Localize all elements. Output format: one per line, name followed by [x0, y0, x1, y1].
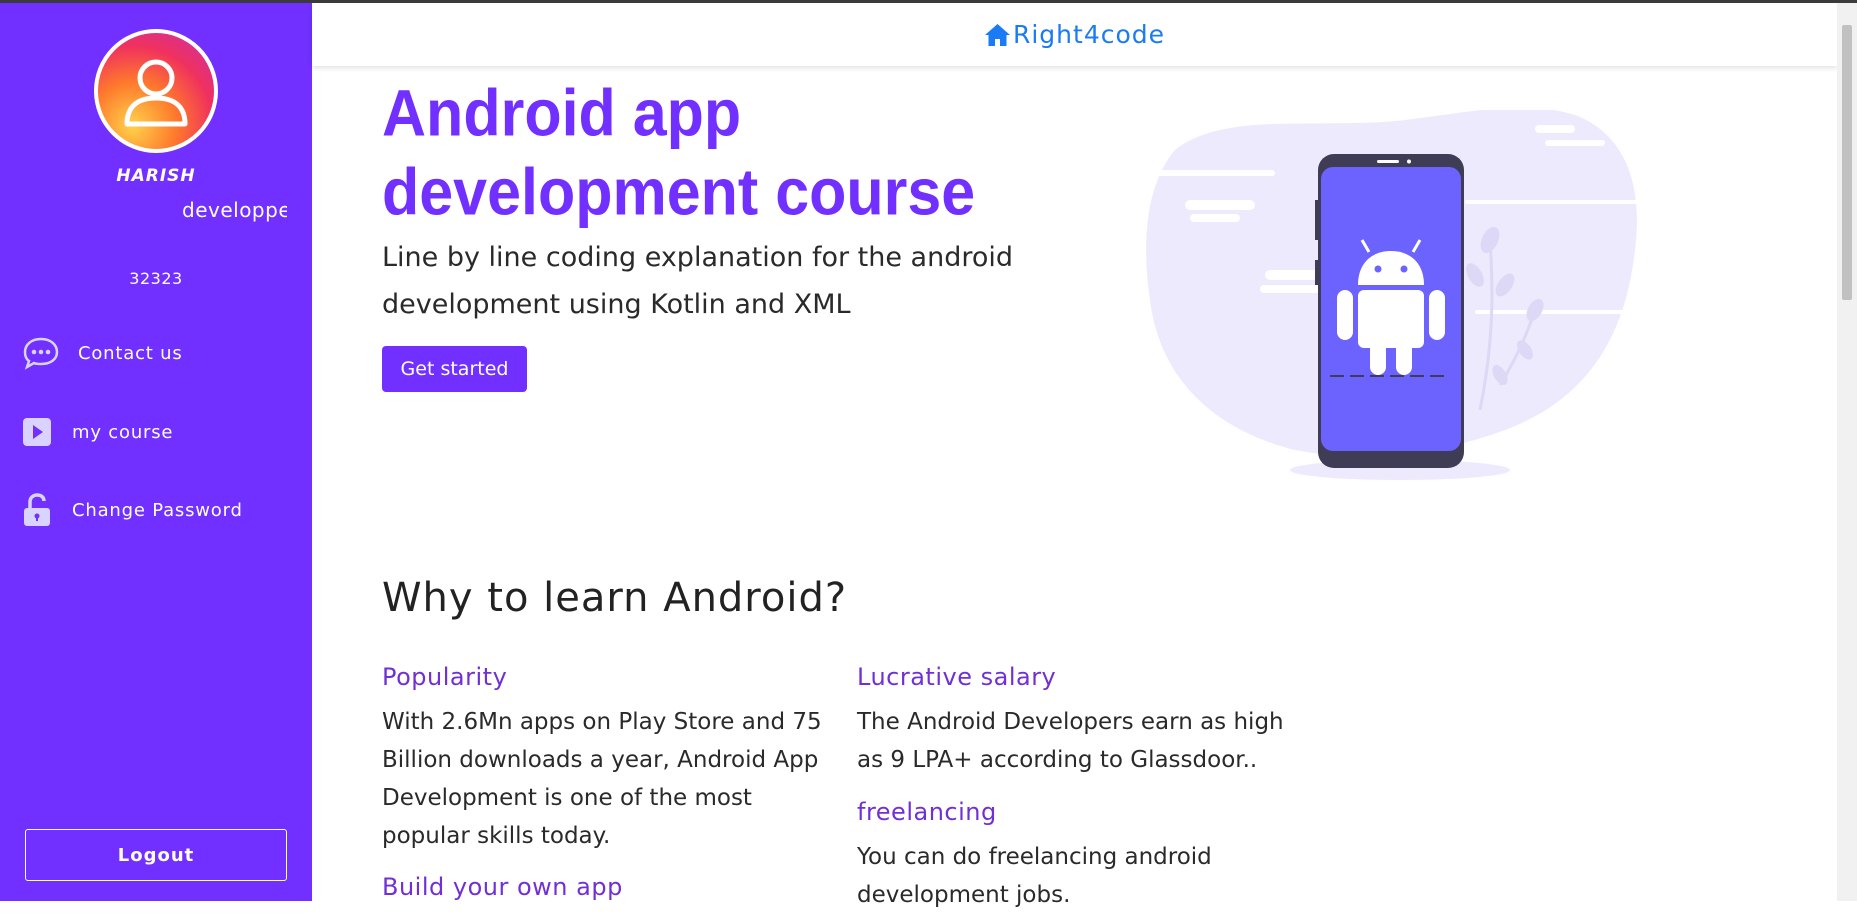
get-started-button[interactable]: Get started	[382, 346, 527, 392]
hero-subtitle: Line by line coding explanation for the …	[382, 242, 1014, 320]
user-role: developper	[182, 198, 287, 222]
feature-title: Popularity	[382, 663, 508, 691]
unlock-icon	[24, 493, 50, 526]
sidebar: HARISH developper 32323 Contact us my co…	[0, 3, 312, 901]
logout-button[interactable]: Logout	[25, 829, 287, 881]
feature-title: freelancing	[857, 798, 997, 826]
sidebar-item-label: my course	[72, 421, 174, 443]
feature-title: Build your own app	[382, 873, 623, 901]
feature-title: Lucrative salary	[857, 663, 1057, 691]
avatar[interactable]	[94, 29, 218, 153]
sidebar-item-contact-us[interactable]: Contact us	[22, 336, 183, 370]
user-id: 32323	[129, 269, 183, 288]
sidebar-item-label: Contact us	[78, 342, 183, 364]
user-icon	[124, 59, 188, 127]
feature-body: You can do freelancing android developme…	[857, 844, 1212, 908]
sidebar-item-change-password[interactable]: Change Password	[22, 493, 243, 527]
top-header: Right4code	[312, 3, 1837, 66]
chat-bubble-icon	[23, 337, 59, 370]
hero-title: Android app development course	[382, 76, 976, 229]
section-title: Why to learn Android?	[382, 575, 848, 621]
feature-body: With 2.6Mn apps on Play Store and 75 Bil…	[382, 709, 822, 849]
home-icon	[984, 23, 1010, 46]
page-scrollbar[interactable]	[1837, 3, 1857, 901]
brand-link[interactable]: Right4code	[984, 20, 1165, 49]
play-icon	[23, 418, 51, 446]
user-name: HARISH	[116, 166, 196, 186]
feature-body: The Android Developers earn as high as 9…	[857, 709, 1284, 773]
sidebar-item-label: Change Password	[72, 499, 243, 521]
sidebar-item-my-course[interactable]: my course	[22, 417, 173, 447]
scrollbar-thumb[interactable]	[1842, 25, 1852, 300]
brand-name: Right4code	[1012, 20, 1166, 49]
android-phone-illustration	[1146, 110, 1645, 480]
